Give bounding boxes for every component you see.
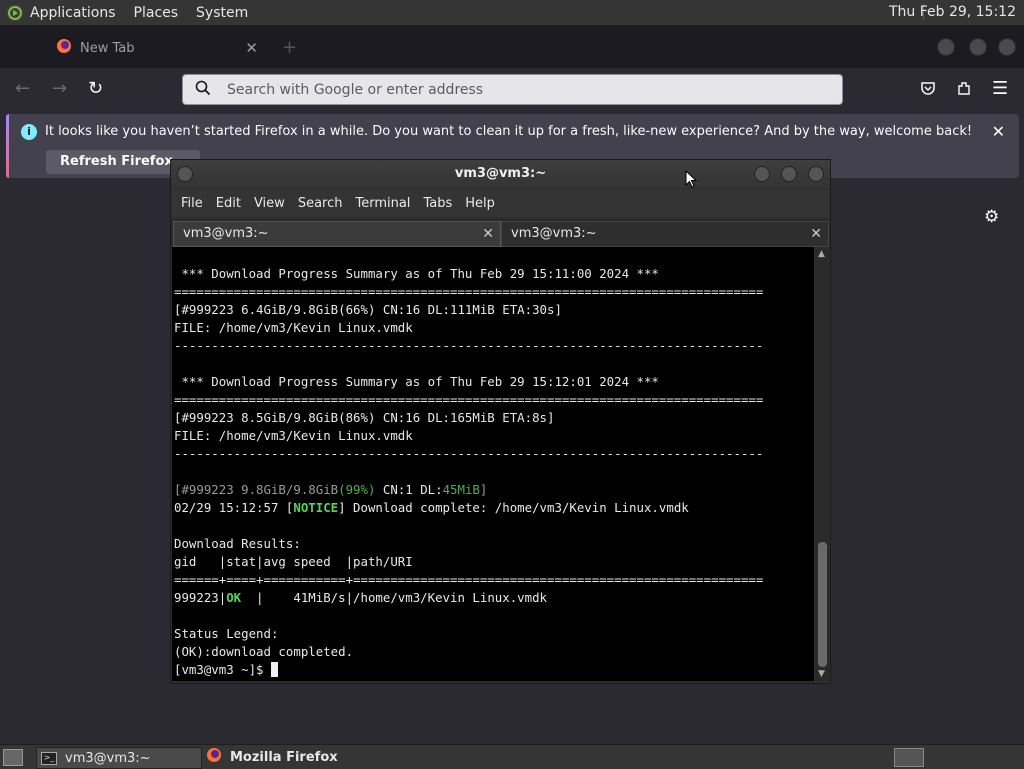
notification-close-icon[interactable]: ✕ xyxy=(992,122,1005,141)
terminal-window: vm3@vm3:~ File Edit View Search Terminal… xyxy=(170,159,831,684)
terminal-titlebar[interactable]: vm3@vm3:~ xyxy=(171,160,830,188)
terminal-tab-close-icon[interactable]: ✕ xyxy=(482,222,494,246)
notice-tag: NOTICE xyxy=(293,500,339,515)
terminal-line: Status Legend: xyxy=(174,626,279,641)
prompt: [vm3@vm3 ~]$ xyxy=(174,662,271,677)
terminal-line: (OK):download completed. xyxy=(174,644,354,659)
taskbar-item-firefox[interactable]: Mozilla Firefox xyxy=(204,747,404,767)
terminal-title: vm3@vm3:~ xyxy=(454,166,547,181)
scrollbar-thumb[interactable] xyxy=(818,542,827,667)
terminal-line: Download Results: xyxy=(174,536,301,551)
terminal-line: ========================================… xyxy=(174,392,764,407)
bottom-panel: >_ vm3@vm3:~ Mozilla Firefox xyxy=(0,744,1024,769)
distro-logo-icon[interactable] xyxy=(6,3,24,22)
text-cursor xyxy=(270,662,279,677)
terminal-line: ----------------------------------------… xyxy=(174,446,764,461)
result-rest: | 41MiB/s|/home/vm3/Kevin Linux.vmdk xyxy=(241,590,547,605)
menu-edit[interactable]: Edit xyxy=(216,196,241,211)
tab-title: New Tab xyxy=(80,40,135,56)
menu-applications[interactable]: Applications xyxy=(30,5,116,21)
new-tab-plus-icon[interactable]: + xyxy=(282,37,297,58)
menu-view[interactable]: View xyxy=(254,196,285,211)
back-arrow-icon[interactable]: ← xyxy=(15,78,30,99)
tab-close-icon[interactable]: ✕ xyxy=(245,39,258,57)
result-status: OK xyxy=(226,590,242,605)
terminal-scrollbar[interactable]: ▲ ▼ xyxy=(815,247,829,681)
show-desktop-icon[interactable] xyxy=(3,749,23,766)
firefox-icon xyxy=(206,747,222,767)
firefox-icon xyxy=(56,38,72,58)
result-gid: 999223| xyxy=(174,590,227,605)
window-minimize-button[interactable] xyxy=(937,38,955,56)
menu-system[interactable]: System xyxy=(196,5,248,21)
notice-message: ] Download complete: /home/vm3/Kevin Lin… xyxy=(338,500,689,515)
scroll-up-arrow-icon[interactable]: ▲ xyxy=(818,249,825,259)
terminal-prompt-line[interactable]: [vm3@vm3 ~]$ xyxy=(172,661,279,679)
terminal-line: ----------------------------------------… xyxy=(174,338,764,353)
progress-text: [#999223 9.8GiB/9.8GiB xyxy=(174,482,339,497)
terminal-minimize-button[interactable] xyxy=(754,166,770,182)
window-close-button[interactable] xyxy=(998,38,1016,56)
tab-new-tab[interactable]: New Tab ✕ xyxy=(44,30,268,66)
menu-help[interactable]: Help xyxy=(465,196,495,211)
progress-percent: (99%) xyxy=(338,482,376,497)
menu-terminal[interactable]: Terminal xyxy=(355,196,410,211)
clock[interactable]: Thu Feb 29, 15:12 xyxy=(889,4,1016,20)
address-input[interactable] xyxy=(225,80,789,99)
terminal-line: gid |stat|avg speed |path/URI xyxy=(174,554,413,569)
terminal-line: *** Download Progress Summary as of Thu … xyxy=(174,374,659,389)
terminal-line: ========================================… xyxy=(174,284,764,299)
taskbar-item-label: Mozilla Firefox xyxy=(230,749,338,765)
menu-places[interactable]: Places xyxy=(134,5,179,21)
info-icon: i xyxy=(21,124,37,140)
taskbar-item-terminal[interactable]: >_ vm3@vm3:~ xyxy=(36,747,202,769)
terminal-line: [#999223 6.4GiB/9.8GiB(66%) CN:16 DL:111… xyxy=(174,302,562,317)
menu-tabs[interactable]: Tabs xyxy=(423,196,452,211)
progress-text: ] xyxy=(479,482,488,497)
progress-speed: 45MiB xyxy=(442,482,480,497)
terminal-tabs: vm3@vm3:~ ✕ vm3@vm3:~ ✕ xyxy=(171,219,830,247)
urlbar[interactable] xyxy=(182,74,843,105)
notification-accent xyxy=(6,114,9,178)
menu-search[interactable]: Search xyxy=(298,196,343,211)
terminal-tab-1[interactable]: vm3@vm3:~ ✕ xyxy=(173,221,501,247)
terminal-tab-close-icon[interactable]: ✕ xyxy=(810,222,822,246)
taskbar-item-label: vm3@vm3:~ xyxy=(65,750,151,766)
pocket-icon[interactable] xyxy=(920,80,936,101)
gear-icon[interactable]: ⚙ xyxy=(984,207,999,227)
terminal-line: FILE: /home/vm3/Kevin Linux.vmdk xyxy=(174,320,413,335)
extensions-icon[interactable] xyxy=(956,80,972,101)
terminal-maximize-button[interactable] xyxy=(781,166,797,182)
reload-icon[interactable]: ↻ xyxy=(88,78,103,99)
progress-text: CN:1 DL: xyxy=(375,482,443,497)
menu-file[interactable]: File xyxy=(181,196,203,211)
terminal-line: 999223|OK | 41MiB/s|/home/vm3/Kevin Linu… xyxy=(172,589,547,607)
terminal-line: [#999223 8.5GiB/9.8GiB(86%) CN:16 DL:165… xyxy=(174,410,555,425)
terminal-output[interactable]: *** Download Progress Summary as of Thu … xyxy=(172,247,814,681)
notification-message: It looks like you haven’t started Firefo… xyxy=(45,124,973,139)
mouse-pointer-icon xyxy=(685,170,697,188)
scroll-down-arrow-icon[interactable]: ▼ xyxy=(818,669,825,679)
terminal-tab-label: vm3@vm3:~ xyxy=(183,226,269,241)
terminal-line: ======+====+===========+================… xyxy=(174,572,764,587)
hamburger-menu-icon[interactable]: ☰ xyxy=(992,78,1008,99)
terminal-line: 02/29 15:12:57 [NOTICE] Download complet… xyxy=(172,499,689,517)
terminal-tab-label: vm3@vm3:~ xyxy=(511,226,597,241)
forward-arrow-icon[interactable]: → xyxy=(52,78,67,99)
search-icon xyxy=(195,80,211,100)
terminal-line: *** Download Progress Summary as of Thu … xyxy=(174,266,659,281)
window-maximize-button[interactable] xyxy=(969,38,987,56)
terminal-line: FILE: /home/vm3/Kevin Linux.vmdk xyxy=(174,428,413,443)
terminal-tab-2[interactable]: vm3@vm3:~ ✕ xyxy=(501,221,829,247)
top-panel: Applications Places System Thu Feb 29, 1… xyxy=(0,0,1024,26)
terminal-menubar: File Edit View Search Terminal Tabs Help xyxy=(171,189,830,217)
terminal-line: [#999223 9.8GiB/9.8GiB(99%) CN:1 DL:45Mi… xyxy=(172,481,487,499)
workspace-switcher[interactable] xyxy=(894,748,924,767)
terminal-close-button[interactable] xyxy=(808,166,824,182)
terminal-icon: >_ xyxy=(41,751,57,765)
notice-prefix: 02/29 15:12:57 [ xyxy=(174,500,294,515)
